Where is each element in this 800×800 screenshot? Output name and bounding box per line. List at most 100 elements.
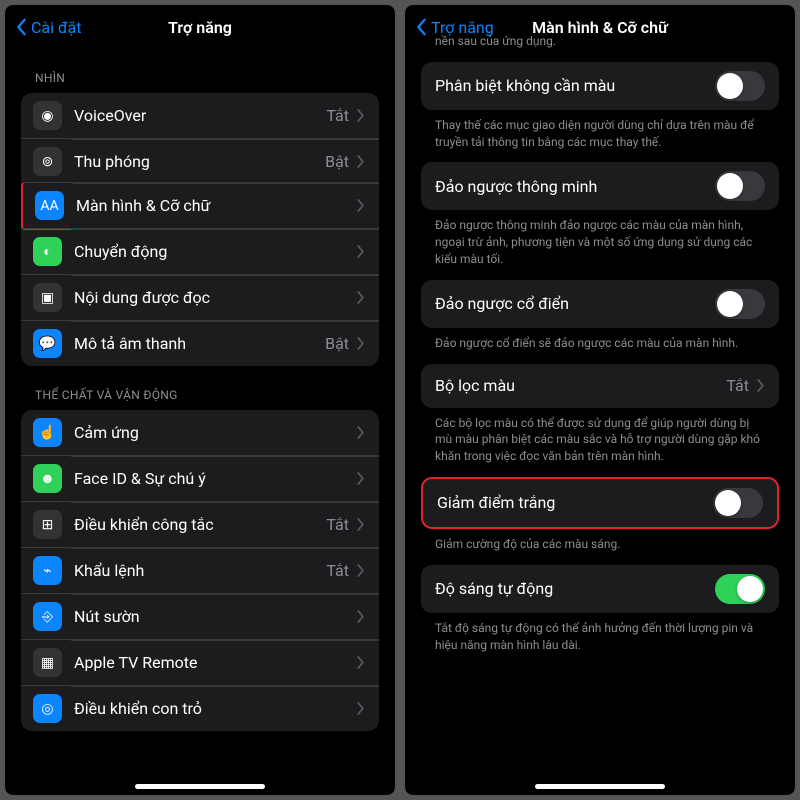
row-value: Tắt (726, 376, 749, 395)
toggle-switch[interactable] (713, 488, 763, 518)
settings-row[interactable]: ◐ Chuyển động (21, 228, 379, 274)
group-footer: Các bộ lọc màu có thể được sử dụng để gi… (405, 408, 795, 477)
row-label: Cảm ứng (74, 423, 357, 442)
row-icon: ⊚ (33, 147, 62, 176)
settings-group: Bộ lọc màu Tắt (421, 364, 779, 408)
row-icon: ▦ (33, 648, 62, 677)
toggle-switch[interactable] (715, 171, 765, 201)
group-footer: Tắt độ sáng tự động có thể ảnh hưởng đến… (405, 613, 795, 666)
row-value: Bật (325, 152, 349, 171)
settings-group: Phân biệt không cần màu (421, 62, 779, 110)
row-label: Nội dung được đọc (74, 288, 357, 307)
chevron-right-icon (357, 610, 365, 623)
row-label: Điều khiển con trỏ (74, 699, 357, 718)
page-title: Trợ năng (168, 18, 232, 37)
settings-row: Đảo ngược cổ điển (421, 280, 779, 328)
settings-row[interactable]: ⌁ Khẩu lệnh Tắt (21, 547, 379, 593)
row-label: Apple TV Remote (74, 653, 357, 672)
toggle-switch[interactable] (715, 574, 765, 604)
settings-row[interactable]: ◎ Điều khiển con trỏ (21, 685, 379, 731)
settings-row[interactable]: AA Màn hình & Cỡ chữ (21, 182, 379, 230)
row-icon: ☻ (33, 464, 62, 493)
group-footer: Giảm cường độ của các màu sáng. (405, 529, 795, 565)
chevron-right-icon (357, 564, 365, 577)
row-label: Bộ lọc màu (435, 376, 726, 395)
row-label: Đảo ngược cổ điển (435, 294, 715, 313)
row-label: Giảm điểm trắng (437, 493, 713, 512)
settings-group: Đảo ngược cổ điển (421, 280, 779, 328)
back-button[interactable]: Cài đặt (15, 18, 81, 37)
settings-row[interactable]: Bộ lọc màu Tắt (421, 364, 779, 408)
settings-row[interactable]: ⎆ Nút sườn (21, 593, 379, 639)
home-indicator[interactable] (135, 784, 265, 789)
row-icon: ◉ (33, 101, 62, 130)
row-label: Face ID & Sự chú ý (74, 469, 357, 488)
settings-row: Giảm điểm trắng (423, 479, 777, 527)
chevron-right-icon (357, 155, 365, 168)
row-label: Nút sườn (74, 607, 357, 626)
group-footer: Đảo ngược cổ điển sẽ đảo ngược các màu c… (405, 328, 795, 364)
row-label: Độ sáng tự động (435, 579, 715, 598)
row-icon: 💬 (33, 329, 62, 358)
row-icon: ⌁ (33, 556, 62, 585)
row-icon: AA (35, 191, 64, 220)
row-label: VoiceOver (74, 106, 326, 125)
settings-group: Đảo ngược thông minh (421, 162, 779, 210)
settings-row[interactable]: 💬 Mô tả âm thanh Bật (21, 320, 379, 366)
chevron-right-icon (357, 656, 365, 669)
group-vision: ◉ VoiceOver Tắt ⊚ Thu phóng Bật AA Màn h… (21, 93, 379, 366)
settings-group: Giảm điểm trắng (421, 477, 779, 529)
settings-row[interactable]: ☻ Face ID & Sự chú ý (21, 455, 379, 501)
row-label: Đảo ngược thông minh (435, 177, 715, 196)
back-label: Cài đặt (31, 18, 81, 37)
row-icon: ▣ (33, 283, 62, 312)
row-icon: ⎆ (33, 602, 62, 631)
home-indicator[interactable] (535, 784, 665, 789)
settings-row: Độ sáng tự động (421, 565, 779, 613)
back-button[interactable]: Trợ năng (415, 18, 494, 37)
row-value: Tắt (326, 561, 349, 580)
chevron-right-icon (357, 291, 365, 304)
group-footer: Đảo ngược thông minh đảo ngược các màu c… (405, 210, 795, 279)
settings-row: Phân biệt không cần màu (421, 62, 779, 110)
row-icon: ◎ (33, 694, 62, 723)
back-label: Trợ năng (431, 18, 494, 37)
toggle-switch[interactable] (715, 71, 765, 101)
page-title: Màn hình & Cỡ chữ (532, 18, 668, 37)
row-label: Mô tả âm thanh (74, 334, 325, 353)
settings-row[interactable]: ▦ Apple TV Remote (21, 639, 379, 685)
nav-bar: Cài đặt Trợ năng (5, 5, 395, 49)
section-header-vision: NHÌN (5, 49, 395, 93)
row-value: Tắt (326, 515, 349, 534)
toggle-switch[interactable] (715, 289, 765, 319)
settings-row[interactable]: ⊚ Thu phóng Bật (21, 138, 379, 184)
row-label: Điều khiển công tắc (74, 515, 326, 534)
settings-row[interactable]: ◉ VoiceOver Tắt (21, 93, 379, 138)
settings-row[interactable]: ⊞ Điều khiển công tắc Tắt (21, 501, 379, 547)
settings-group: Độ sáng tự động (421, 565, 779, 613)
chevron-right-icon (357, 245, 365, 258)
chevron-right-icon (357, 337, 365, 350)
row-label: Khẩu lệnh (74, 561, 326, 580)
nav-bar: Trợ năng Màn hình & Cỡ chữ (405, 5, 795, 49)
chevron-left-icon (15, 18, 27, 36)
row-icon: ◐ (33, 237, 62, 266)
row-label: Chuyển động (74, 242, 357, 261)
row-value: Bật (325, 334, 349, 353)
chevron-right-icon (357, 702, 365, 715)
chevron-right-icon (357, 518, 365, 531)
settings-row[interactable]: ▣ Nội dung được đọc (21, 274, 379, 320)
group-physical: ☝ Cảm ứng ☻ Face ID & Sự chú ý ⊞ Điều kh… (21, 410, 379, 731)
chevron-right-icon (357, 472, 365, 485)
content-scroll[interactable]: NHÌN ◉ VoiceOver Tắt ⊚ Thu phóng Bật AA … (5, 49, 395, 795)
chevron-right-icon (357, 199, 365, 212)
settings-row[interactable]: ☝ Cảm ứng (21, 410, 379, 455)
chevron-right-icon (757, 379, 765, 392)
row-value: Tắt (326, 106, 349, 125)
phone-left: Cài đặt Trợ năng NHÌN ◉ VoiceOver Tắt ⊚ … (5, 5, 395, 795)
phone-right: Trợ năng Màn hình & Cỡ chữ nền sau của ứ… (405, 5, 795, 795)
row-icon: ⊞ (33, 510, 62, 539)
section-header-physical: THỂ CHẤT VÀ VẬN ĐỘNG (5, 366, 395, 410)
chevron-left-icon (415, 18, 427, 36)
content-scroll[interactable]: nền sau của ứng dụng. Phân biệt không cầ… (405, 29, 795, 775)
